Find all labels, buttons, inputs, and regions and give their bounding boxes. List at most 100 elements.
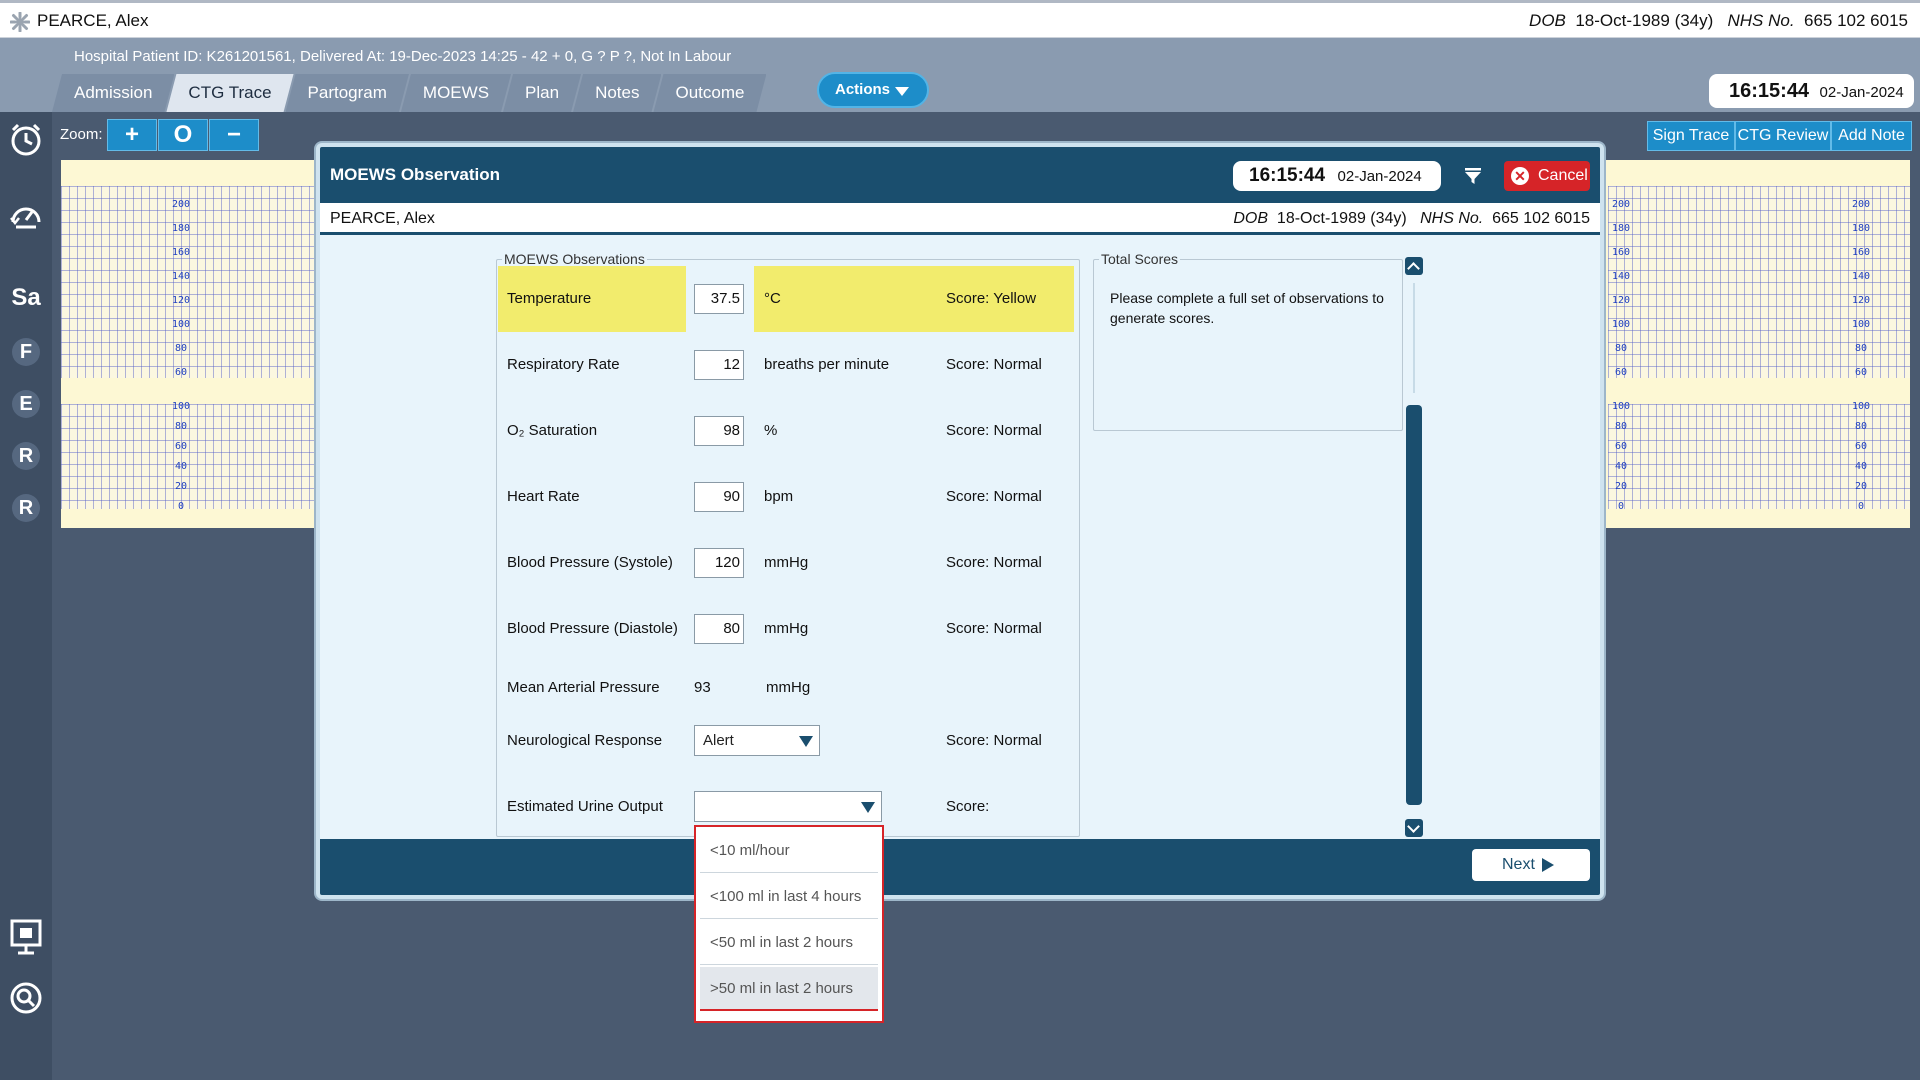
- tab-notes[interactable]: Notes: [573, 74, 661, 112]
- scale-tick: 100: [171, 401, 191, 412]
- temperature-input[interactable]: 37.5: [694, 284, 744, 314]
- play-arrow-icon: [1542, 858, 1554, 872]
- obs-row-temperature: Temperature 37.5 °C Score: Yellow: [498, 266, 1074, 332]
- cancel-label: Cancel: [1538, 167, 1588, 184]
- scale-tick: 100: [1851, 401, 1871, 412]
- actions-button[interactable]: Actions: [817, 72, 929, 108]
- close-icon: ✕: [1511, 167, 1529, 185]
- main-tabs: Admission CTG Trace Partogram MOEWS Plan…: [52, 74, 758, 112]
- tab-outcome[interactable]: Outcome: [653, 74, 766, 112]
- cancel-button[interactable]: ✕ Cancel: [1504, 161, 1590, 191]
- obs-label: Blood Pressure (Diastole): [507, 620, 678, 637]
- chevron-down-icon: [799, 736, 813, 747]
- obs-unit: mmHg: [766, 679, 811, 696]
- scale-tick: 120: [1611, 295, 1631, 306]
- sidebar-letter-sa[interactable]: Sa: [9, 284, 43, 312]
- obs-unit: bpm: [764, 488, 794, 505]
- obs-label: Respiratory Rate: [507, 356, 620, 373]
- sidebar-letter-r2[interactable]: R: [12, 494, 40, 522]
- sidebar-letter-f[interactable]: F: [12, 338, 40, 366]
- dob-value: 18-Oct-1989 (34y): [1575, 11, 1714, 30]
- observation-datetime[interactable]: 16:15:44 02-Jan-2024: [1233, 161, 1441, 191]
- urine-option[interactable]: <50 ml in last 2 hours: [700, 921, 878, 965]
- toco-scale-right-a: 100 80 60 40 20 0: [1608, 397, 1634, 517]
- tab-plan[interactable]: Plan: [503, 74, 581, 112]
- scroll-down-icon[interactable]: [1405, 819, 1423, 837]
- scale-tick: 100: [1611, 319, 1631, 330]
- urine-output-options: <10 ml/hour <100 ml in last 4 hours <50 …: [694, 825, 884, 1023]
- total-scores-legend: Total Scores: [1099, 251, 1181, 267]
- urine-option[interactable]: <10 ml/hour: [700, 829, 878, 873]
- scroll-thumb[interactable]: [1406, 405, 1422, 805]
- scale-tick: 40: [174, 461, 188, 472]
- obs-label: Mean Arterial Pressure: [507, 679, 660, 696]
- scale-tick: 80: [174, 421, 188, 432]
- dialog-header: MOEWS Observation 16:15:44 02-Jan-2024 ✕…: [320, 147, 1600, 203]
- scale-tick: 60: [1614, 367, 1628, 378]
- dialog-patient-name: PEARCE, Alex: [330, 210, 435, 227]
- sidebar-letter-e[interactable]: E: [12, 390, 40, 418]
- obs-label: Heart Rate: [507, 488, 580, 505]
- alarm-clock-icon[interactable]: [6, 122, 46, 162]
- total-scores-message: Please complete a full set of observatio…: [1110, 290, 1384, 326]
- obs-score: Score: Normal: [946, 356, 1042, 373]
- tab-admission[interactable]: Admission: [52, 74, 174, 112]
- obs-score: Score: Normal: [946, 554, 1042, 571]
- scale-tick: 160: [1611, 247, 1631, 258]
- neurological-response-select[interactable]: Alert: [694, 725, 820, 756]
- observations-legend: MOEWS Observations: [502, 251, 647, 267]
- observation-time: 16:15:44: [1249, 165, 1326, 186]
- obs-unit: °C: [764, 290, 781, 307]
- app-logo-icon: [10, 12, 30, 32]
- scale-tick: 120: [1851, 295, 1871, 306]
- urine-option[interactable]: <100 ml in last 4 hours: [700, 875, 878, 919]
- zoom-reset-button[interactable]: O: [158, 119, 208, 151]
- zoom-in-button[interactable]: +: [107, 119, 157, 151]
- bp-diastole-input[interactable]: 80: [694, 614, 744, 644]
- obs-row-respiratory-rate: Respiratory Rate 12 breaths per minute S…: [498, 332, 1074, 398]
- scale-tick: 80: [174, 343, 188, 354]
- fhr-scale-left: 200 180 160 140 120 100 80 60: [168, 193, 194, 385]
- scale-tick: 40: [1854, 461, 1868, 472]
- presentation-icon[interactable]: [6, 918, 46, 958]
- sign-trace-button[interactable]: Sign Trace: [1647, 121, 1735, 151]
- header-time: 16:15:44: [1729, 80, 1810, 102]
- scale-tick: 100: [1851, 319, 1871, 330]
- obs-row-bp-diastole: Blood Pressure (Diastole) 80 mmHg Score:…: [498, 596, 1074, 662]
- scale-tick: 60: [174, 367, 188, 378]
- patient-name: PEARCE, Alex: [37, 11, 149, 30]
- urine-option-hovered[interactable]: >50 ml in last 2 hours: [700, 967, 878, 1011]
- obs-label: O₂ Saturation: [507, 422, 598, 439]
- ctg-review-button[interactable]: CTG Review: [1735, 121, 1831, 151]
- bp-systole-input[interactable]: 120: [694, 548, 744, 578]
- respiratory-rate-input[interactable]: 12: [694, 350, 744, 380]
- tab-ctg-trace[interactable]: CTG Trace: [166, 74, 293, 112]
- obs-label: Temperature: [507, 290, 592, 307]
- next-button[interactable]: Next: [1472, 849, 1590, 881]
- fhr-scale-right-b: 200 180 160 140 120 100 80 60: [1848, 193, 1874, 385]
- scale-tick: 160: [1851, 247, 1871, 258]
- filter-icon[interactable]: [1464, 167, 1482, 185]
- scale-tick: 80: [1854, 343, 1868, 354]
- scale-tick: 180: [1851, 223, 1871, 234]
- search-icon[interactable]: [6, 980, 46, 1020]
- tab-partogram[interactable]: Partogram: [286, 74, 409, 112]
- nhs-label: NHS No.: [1420, 210, 1484, 227]
- zoom-out-button[interactable]: −: [209, 119, 259, 151]
- tab-moews[interactable]: MOEWS: [401, 74, 511, 112]
- scroll-up-icon[interactable]: [1405, 257, 1423, 275]
- scale-tick: 60: [1854, 367, 1868, 378]
- sidebar-letter-r1[interactable]: R: [12, 442, 40, 470]
- o2-saturation-input[interactable]: 98: [694, 416, 744, 446]
- gauge-history-icon[interactable]: [6, 198, 46, 238]
- urine-output-select[interactable]: [694, 791, 882, 822]
- dialog-scrollbar[interactable]: [1405, 257, 1423, 837]
- add-note-button[interactable]: Add Note: [1831, 121, 1912, 151]
- heart-rate-input[interactable]: 90: [694, 482, 744, 512]
- left-sidebar: Sa F E R R: [0, 112, 52, 1080]
- scale-tick: 180: [1611, 223, 1631, 234]
- header-date: 02-Jan-2024: [1819, 84, 1904, 101]
- zoom-label: Zoom:: [60, 126, 103, 143]
- obs-unit: %: [764, 422, 778, 439]
- scale-tick: 60: [1854, 441, 1868, 452]
